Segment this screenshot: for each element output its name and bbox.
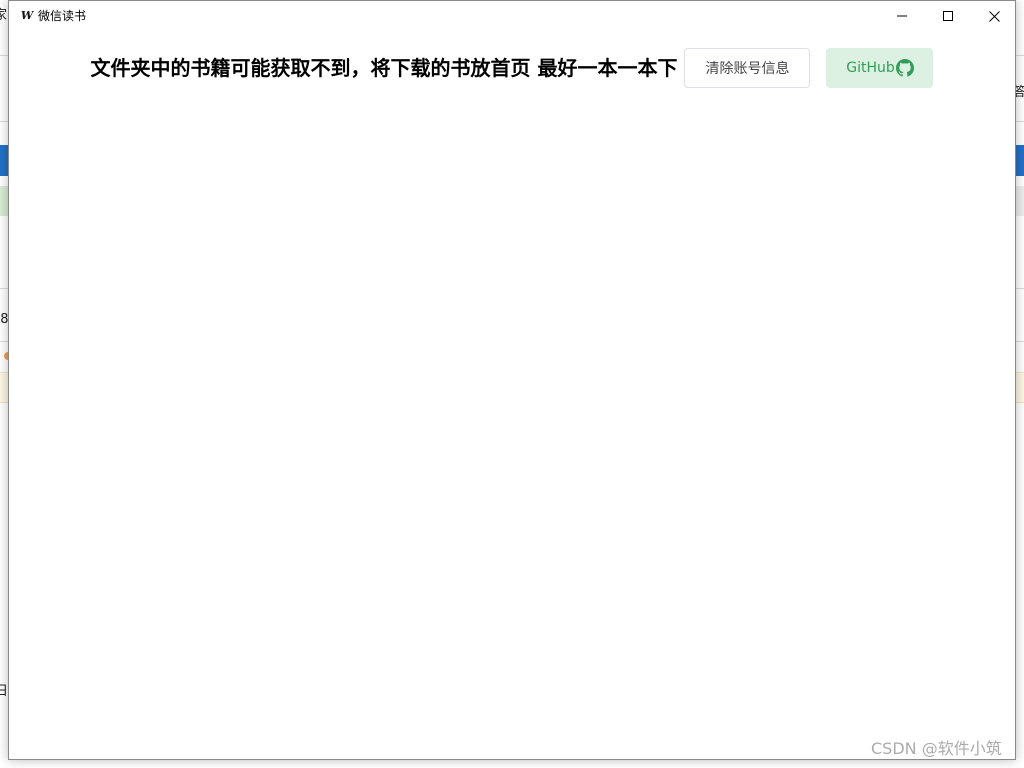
maximize-icon xyxy=(943,11,953,21)
csdn-watermark: CSDN @软件小筑 xyxy=(871,739,1002,758)
github-icon xyxy=(895,59,914,77)
github-button-label: GitHub xyxy=(846,60,895,76)
maximize-button[interactable] xyxy=(925,1,971,31)
minimize-icon xyxy=(897,15,907,17)
github-button[interactable]: GitHub xyxy=(826,48,934,88)
minimize-button[interactable] xyxy=(879,1,925,31)
background-text-fragment: 家 xyxy=(0,8,8,23)
close-button[interactable] xyxy=(971,1,1015,31)
window-title: 微信读书 xyxy=(38,9,87,23)
app-window: W 微信读书 文件夹中的书籍可能获取不到，将下载的书放首页 最好一本一本下 清除… xyxy=(8,0,1016,760)
header-toolbar: 文件夹中的书籍可能获取不到，将下载的书放首页 最好一本一本下 清除账号信息 Gi… xyxy=(9,48,1015,88)
app-logo-icon: W xyxy=(20,9,34,22)
background-text-fragment: 日 xyxy=(0,684,9,699)
close-icon xyxy=(988,10,1000,22)
notice-heading: 文件夹中的书籍可能获取不到，将下载的书放首页 最好一本一本下 xyxy=(90,56,678,80)
title-bar[interactable]: W 微信读书 xyxy=(9,1,1015,32)
clear-account-button-label: 清除账号信息 xyxy=(705,61,790,77)
clear-account-button[interactable]: 清除账号信息 xyxy=(684,48,811,88)
desktop-screen: 家 答 58 日 W 微信读书 xyxy=(0,0,1024,768)
